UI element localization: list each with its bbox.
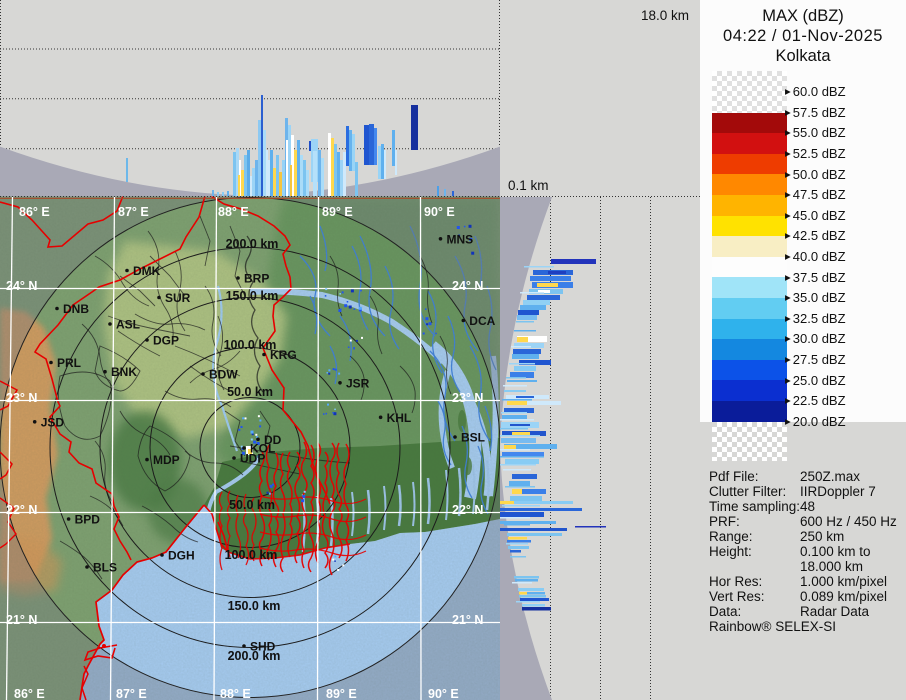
svg-text:89° E: 89° E bbox=[322, 205, 353, 219]
svg-text:BSL: BSL bbox=[461, 431, 485, 445]
svg-text:100.0 km: 100.0 km bbox=[225, 548, 278, 562]
svg-text:KHL: KHL bbox=[387, 411, 412, 425]
svg-text:BLS: BLS bbox=[93, 561, 117, 575]
svg-text:DGP: DGP bbox=[153, 334, 179, 348]
svg-text:150.0 km: 150.0 km bbox=[228, 599, 281, 613]
svg-text:21° N: 21° N bbox=[6, 613, 37, 627]
svg-text:22° N: 22° N bbox=[452, 503, 483, 517]
svg-text:BDW: BDW bbox=[209, 368, 238, 382]
svg-text:87° E: 87° E bbox=[116, 687, 147, 700]
svg-text:89° E: 89° E bbox=[326, 687, 357, 700]
svg-text:50.0 km: 50.0 km bbox=[227, 385, 273, 399]
svg-text:90° E: 90° E bbox=[428, 687, 459, 700]
svg-text:87° E: 87° E bbox=[118, 205, 149, 219]
svg-text:23° N: 23° N bbox=[6, 391, 37, 405]
svg-text:PRL: PRL bbox=[57, 356, 81, 370]
svg-text:90° E: 90° E bbox=[424, 205, 455, 219]
svg-text:24° N: 24° N bbox=[6, 279, 37, 293]
svg-text:BNK: BNK bbox=[111, 365, 137, 379]
svg-text:UDP: UDP bbox=[240, 452, 265, 466]
svg-text:150.0 km: 150.0 km bbox=[226, 289, 279, 303]
svg-text:MNS: MNS bbox=[447, 232, 474, 246]
svg-text:86° E: 86° E bbox=[19, 205, 50, 219]
svg-text:MDP: MDP bbox=[153, 453, 180, 467]
svg-text:100.0 km: 100.0 km bbox=[224, 338, 277, 352]
svg-text:23° N: 23° N bbox=[452, 391, 483, 405]
svg-text:DGH: DGH bbox=[168, 549, 195, 563]
svg-text:50.0 km: 50.0 km bbox=[229, 498, 275, 512]
svg-text:88° E: 88° E bbox=[220, 687, 251, 700]
svg-text:DNB: DNB bbox=[63, 302, 89, 316]
svg-text:KRG: KRG bbox=[270, 348, 297, 362]
svg-text:200.0 km: 200.0 km bbox=[226, 237, 279, 251]
svg-text:DCA: DCA bbox=[469, 314, 495, 328]
svg-text:88° E: 88° E bbox=[218, 205, 249, 219]
svg-text:BRP: BRP bbox=[244, 272, 269, 286]
svg-text:DMK: DMK bbox=[133, 264, 161, 278]
svg-text:BPD: BPD bbox=[75, 513, 101, 527]
svg-text:ASL: ASL bbox=[116, 318, 140, 332]
svg-text:22° N: 22° N bbox=[6, 503, 37, 517]
svg-text:24° N: 24° N bbox=[452, 279, 483, 293]
svg-text:SHD: SHD bbox=[250, 640, 276, 654]
svg-text:JSD: JSD bbox=[41, 415, 65, 429]
svg-text:86° E: 86° E bbox=[14, 687, 45, 700]
svg-text:SUR: SUR bbox=[165, 291, 191, 305]
svg-text:21° N: 21° N bbox=[452, 613, 483, 627]
svg-text:JSR: JSR bbox=[346, 376, 370, 390]
